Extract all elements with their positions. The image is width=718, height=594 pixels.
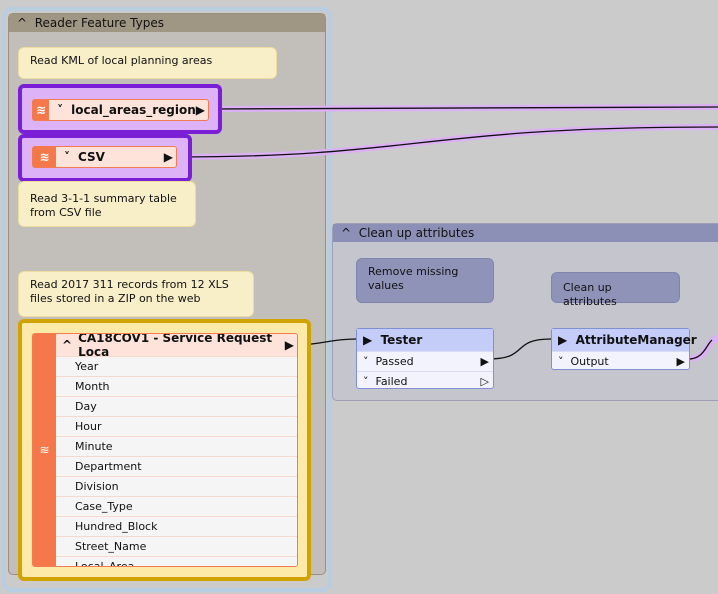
annotation-cleanup[interactable]: Clean up attributes (551, 272, 680, 308)
chevron-down-icon[interactable]: ˅ (363, 355, 369, 368)
attribute-row: Day (56, 396, 297, 416)
reader-name: CA18COV1 - Service Request Loca (78, 333, 273, 359)
attribute-row: Division (56, 476, 297, 496)
attribute-row: Minute (56, 436, 297, 456)
attribute-row: Street_Name (56, 536, 297, 556)
attribute-row: Department (56, 456, 297, 476)
transformer-attributemanager[interactable]: ▶ AttributeManager ˅ Output ▶ (551, 328, 697, 371)
chevron-down-icon[interactable]: ˅ (49, 103, 71, 117)
reader-name: CSV (78, 150, 105, 164)
reader-csv[interactable]: ≋ ˅ CSV ▶ (32, 146, 177, 168)
attribute-row: Case_Type (56, 496, 297, 516)
port-output[interactable]: ˅ Output ▶ (552, 351, 689, 371)
chevron-down-icon[interactable]: ˅ (56, 150, 78, 164)
layers-icon: ≋ (33, 147, 56, 167)
transformer-name: Tester (380, 333, 423, 347)
transformer-header[interactable]: ▶ Tester (357, 329, 493, 351)
triangle-right-icon[interactable]: ▶ (363, 333, 372, 347)
annotation-csv[interactable]: Read 3-1-1 summary table from CSV file (18, 181, 196, 227)
port-label: Passed (375, 355, 414, 368)
port-failed[interactable]: ˅ Failed ▷ (357, 371, 493, 391)
port-passed[interactable]: ˅ Passed ▶ (357, 351, 493, 371)
reader-service-request[interactable]: ≋ ^ CA18COV1 - Service Request Loca ▶ Ye… (32, 333, 298, 567)
triangle-right-icon[interactable]: ▶ (558, 333, 567, 347)
port-label: Failed (375, 375, 408, 388)
transformer-tester[interactable]: ▶ Tester ˅ Passed ▶ ˅ Failed ▷ (356, 328, 494, 389)
triangle-right-icon[interactable]: ▶ (481, 352, 489, 371)
attribute-row: Local_Area (56, 556, 297, 566)
reader-name: local_areas_region (71, 103, 196, 117)
connection-passed-attrmgr (487, 338, 552, 360)
chevron-down-icon[interactable]: ˅ (558, 355, 564, 368)
attribute-row: Hour (56, 416, 297, 436)
attribute-row: Month (56, 376, 297, 396)
attribute-row: Hundred_Block (56, 516, 297, 536)
reader-local-areas-region[interactable]: ≋ ˅ local_areas_region ▶ (32, 99, 209, 121)
annotation-remove-missing[interactable]: Remove missing values (356, 258, 494, 303)
triangle-right-icon[interactable]: ▶ (164, 150, 176, 164)
transformer-header[interactable]: ▶ AttributeManager (552, 329, 697, 351)
transformer-name: AttributeManager (575, 333, 697, 347)
triangle-right-icon[interactable]: ▶ (196, 103, 208, 117)
port-label: Output (570, 355, 609, 368)
layers-icon: ≋ (33, 334, 56, 566)
triangle-right-icon[interactable]: ▶ (677, 352, 685, 371)
reader-header[interactable]: ^ CA18COV1 - Service Request Loca ▶ (56, 333, 297, 359)
triangle-right-outline-icon[interactable]: ▷ (481, 372, 489, 391)
attribute-row: Year (56, 356, 297, 376)
chevron-up-icon[interactable]: ^ (56, 338, 78, 352)
chevron-down-icon[interactable]: ˅ (363, 375, 369, 388)
annotation-kml[interactable]: Read KML of local planning areas (18, 47, 277, 79)
layers-icon: ≋ (33, 100, 50, 120)
triangle-right-icon[interactable]: ▶ (285, 338, 297, 352)
annotation-xls[interactable]: Read 2017 311 records from 12 XLS files … (18, 271, 254, 317)
